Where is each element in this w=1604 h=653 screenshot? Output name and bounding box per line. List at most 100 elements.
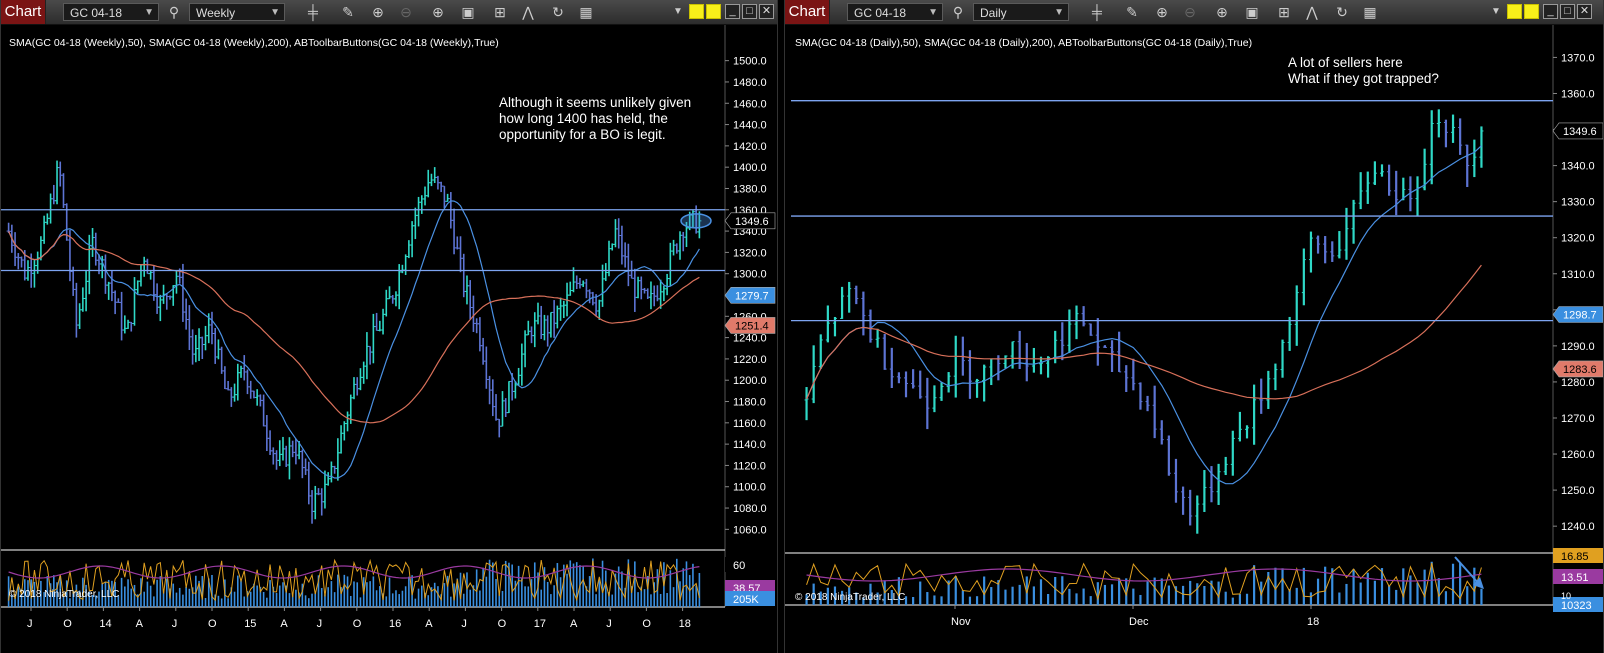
- x-tick-label: 17: [534, 618, 546, 630]
- period-value: Weekly: [196, 6, 236, 20]
- y-tick-label: 1060.0: [733, 524, 767, 536]
- search-icon[interactable]: ⚲: [165, 3, 183, 21]
- strategy-icon[interactable]: ⋀: [519, 3, 537, 21]
- sma-50-line: [806, 145, 1482, 485]
- indicators-icon[interactable]: ▦: [1361, 3, 1379, 21]
- y-tick-label: 1100.0: [733, 482, 766, 494]
- copyright: © 2018 NinjaTrader, LLC: [795, 592, 906, 603]
- y-tick-label: 1440.0: [733, 120, 767, 132]
- annotation-line: A lot of sellers here: [1288, 55, 1403, 70]
- link-color-button[interactable]: [1507, 4, 1522, 19]
- instrument-selector[interactable]: GC 04-18 ▼: [63, 3, 159, 21]
- left-toolbar: Chart GC 04-18 ▼ ⚲ Weekly ▼ ╪ ✎ ⊕ ⊖ ⊕ ▣ ⊞ …: [1, 0, 777, 25]
- close-button[interactable]: ✕: [759, 4, 774, 19]
- y-tick-label: 1290.0: [1561, 341, 1595, 353]
- minimize-button[interactable]: _: [725, 4, 740, 19]
- minimize-button[interactable]: _: [1543, 4, 1558, 19]
- y-tick-label: 1500.0: [733, 56, 767, 68]
- x-tick-label: O: [642, 618, 651, 630]
- chart-menu-button[interactable]: Chart: [1, 0, 46, 24]
- instrument-value: GC 04-18: [854, 6, 907, 20]
- y-tick-label: 1360.0: [1561, 88, 1595, 100]
- x-tick-label: O: [353, 618, 362, 630]
- period-selector[interactable]: Daily ▼: [973, 3, 1069, 21]
- y-tick-label: 1260.0: [1561, 449, 1595, 461]
- x-tick-label: 18: [1307, 616, 1319, 628]
- bar-type-icon[interactable]: ╪: [1088, 3, 1106, 21]
- arrow-line: [1454, 556, 1481, 586]
- x-tick-label: 18: [679, 618, 691, 630]
- maximize-button[interactable]: □: [742, 4, 757, 19]
- daily-price-chart[interactable]: 1370.01360.01350.01340.01330.01320.01310…: [785, 25, 1603, 653]
- volume-last-label: 10323: [1561, 600, 1592, 612]
- zoom-out-icon[interactable]: ⊖: [397, 3, 415, 21]
- instrument-value: GC 04-18: [70, 6, 123, 20]
- x-tick-label: J: [606, 618, 612, 630]
- y-tick-label: 1280.0: [1561, 377, 1595, 389]
- dropdown-icon[interactable]: ▼: [1487, 3, 1505, 21]
- x-tick-label: A: [280, 618, 288, 630]
- close-button[interactable]: ✕: [1577, 4, 1592, 19]
- refresh-icon[interactable]: ↻: [549, 3, 567, 21]
- annotation-line: how long 1400 has held, the: [499, 111, 668, 126]
- annotation-text: A lot of sellers here What if they got t…: [1288, 55, 1439, 87]
- copyright: © 2018 NinjaTrader, LLC: [9, 589, 120, 600]
- indicators-icon[interactable]: ▦: [577, 3, 595, 21]
- y-tick-label: 1220.0: [733, 354, 767, 366]
- pencil-icon[interactable]: ✎: [1123, 3, 1141, 21]
- last-price-label: 1349.6: [735, 216, 769, 228]
- refresh-icon[interactable]: ↻: [1333, 3, 1351, 21]
- x-tick-label: A: [425, 618, 433, 630]
- indicator-label: SMA(GC 04-18 (Weekly),50), SMA(GC 04-18 …: [9, 37, 499, 49]
- y-tick-label: 1250.0: [1561, 485, 1595, 497]
- properties-icon[interactable]: ⊞: [1275, 3, 1293, 21]
- link-color-button-2[interactable]: [1524, 4, 1539, 19]
- link-color-button-2[interactable]: [706, 4, 721, 19]
- period-selector[interactable]: Weekly ▼: [189, 3, 285, 21]
- x-tick-label: J: [27, 618, 33, 630]
- volume-last-label: 205K: [733, 594, 759, 606]
- x-tick-label: A: [136, 618, 144, 630]
- volume-average-label: 13.51: [1561, 572, 1589, 584]
- y-tick-label: 1080.0: [733, 503, 767, 515]
- y-tick-label: 1180.0: [733, 397, 766, 409]
- volume-average-line: [8, 565, 700, 579]
- zoom-in-icon[interactable]: ⊕: [1153, 3, 1171, 21]
- y-tick-label: 1370.0: [1561, 52, 1595, 64]
- strategy-icon[interactable]: ⋀: [1303, 3, 1321, 21]
- x-tick-label: J: [172, 618, 178, 630]
- search-icon[interactable]: ⚲: [949, 3, 967, 21]
- bar-type-icon[interactable]: ╪: [304, 3, 322, 21]
- properties-icon[interactable]: ⊞: [491, 3, 509, 21]
- data-box-icon[interactable]: ▣: [1243, 3, 1261, 21]
- crosshair-icon[interactable]: ⊕: [1213, 3, 1231, 21]
- sma50-price-label: 1279.7: [735, 290, 769, 302]
- volume-average-line: [806, 568, 1482, 582]
- chart-menu-button[interactable]: Chart: [785, 0, 830, 24]
- maximize-button[interactable]: □: [1560, 4, 1575, 19]
- y-tick-label: 1380.0: [733, 183, 767, 195]
- sma50-price-label: 1298.7: [1563, 310, 1597, 322]
- highlight-ellipse: [680, 213, 712, 229]
- sma-50-line: [8, 200, 700, 479]
- y-tick-label: 1120.0: [733, 460, 766, 472]
- dropdown-icon[interactable]: ▼: [669, 3, 687, 21]
- y-tick-label: 1340.0: [1561, 161, 1595, 173]
- x-tick-label: O: [208, 618, 217, 630]
- data-box-icon[interactable]: ▣: [459, 3, 477, 21]
- sma200-price-label: 1251.4: [735, 320, 769, 332]
- instrument-selector[interactable]: GC 04-18 ▼: [847, 3, 943, 21]
- pencil-icon[interactable]: ✎: [339, 3, 357, 21]
- zoom-in-icon[interactable]: ⊕: [369, 3, 387, 21]
- link-color-button[interactable]: [689, 4, 704, 19]
- crosshair-icon[interactable]: ⊕: [429, 3, 447, 21]
- y-tick-label: 1460.0: [733, 98, 767, 110]
- zoom-out-icon[interactable]: ⊖: [1181, 3, 1199, 21]
- y-tick-label: 1200.0: [733, 375, 767, 387]
- annotation-text: Although it seems unlikely given how lon…: [499, 95, 691, 143]
- x-tick-label: O: [63, 618, 72, 630]
- period-value: Daily: [980, 6, 1007, 20]
- y-tick-label: 1330.0: [1561, 197, 1595, 209]
- volume-scale-label: 60: [733, 560, 745, 572]
- x-tick-label: J: [461, 618, 467, 630]
